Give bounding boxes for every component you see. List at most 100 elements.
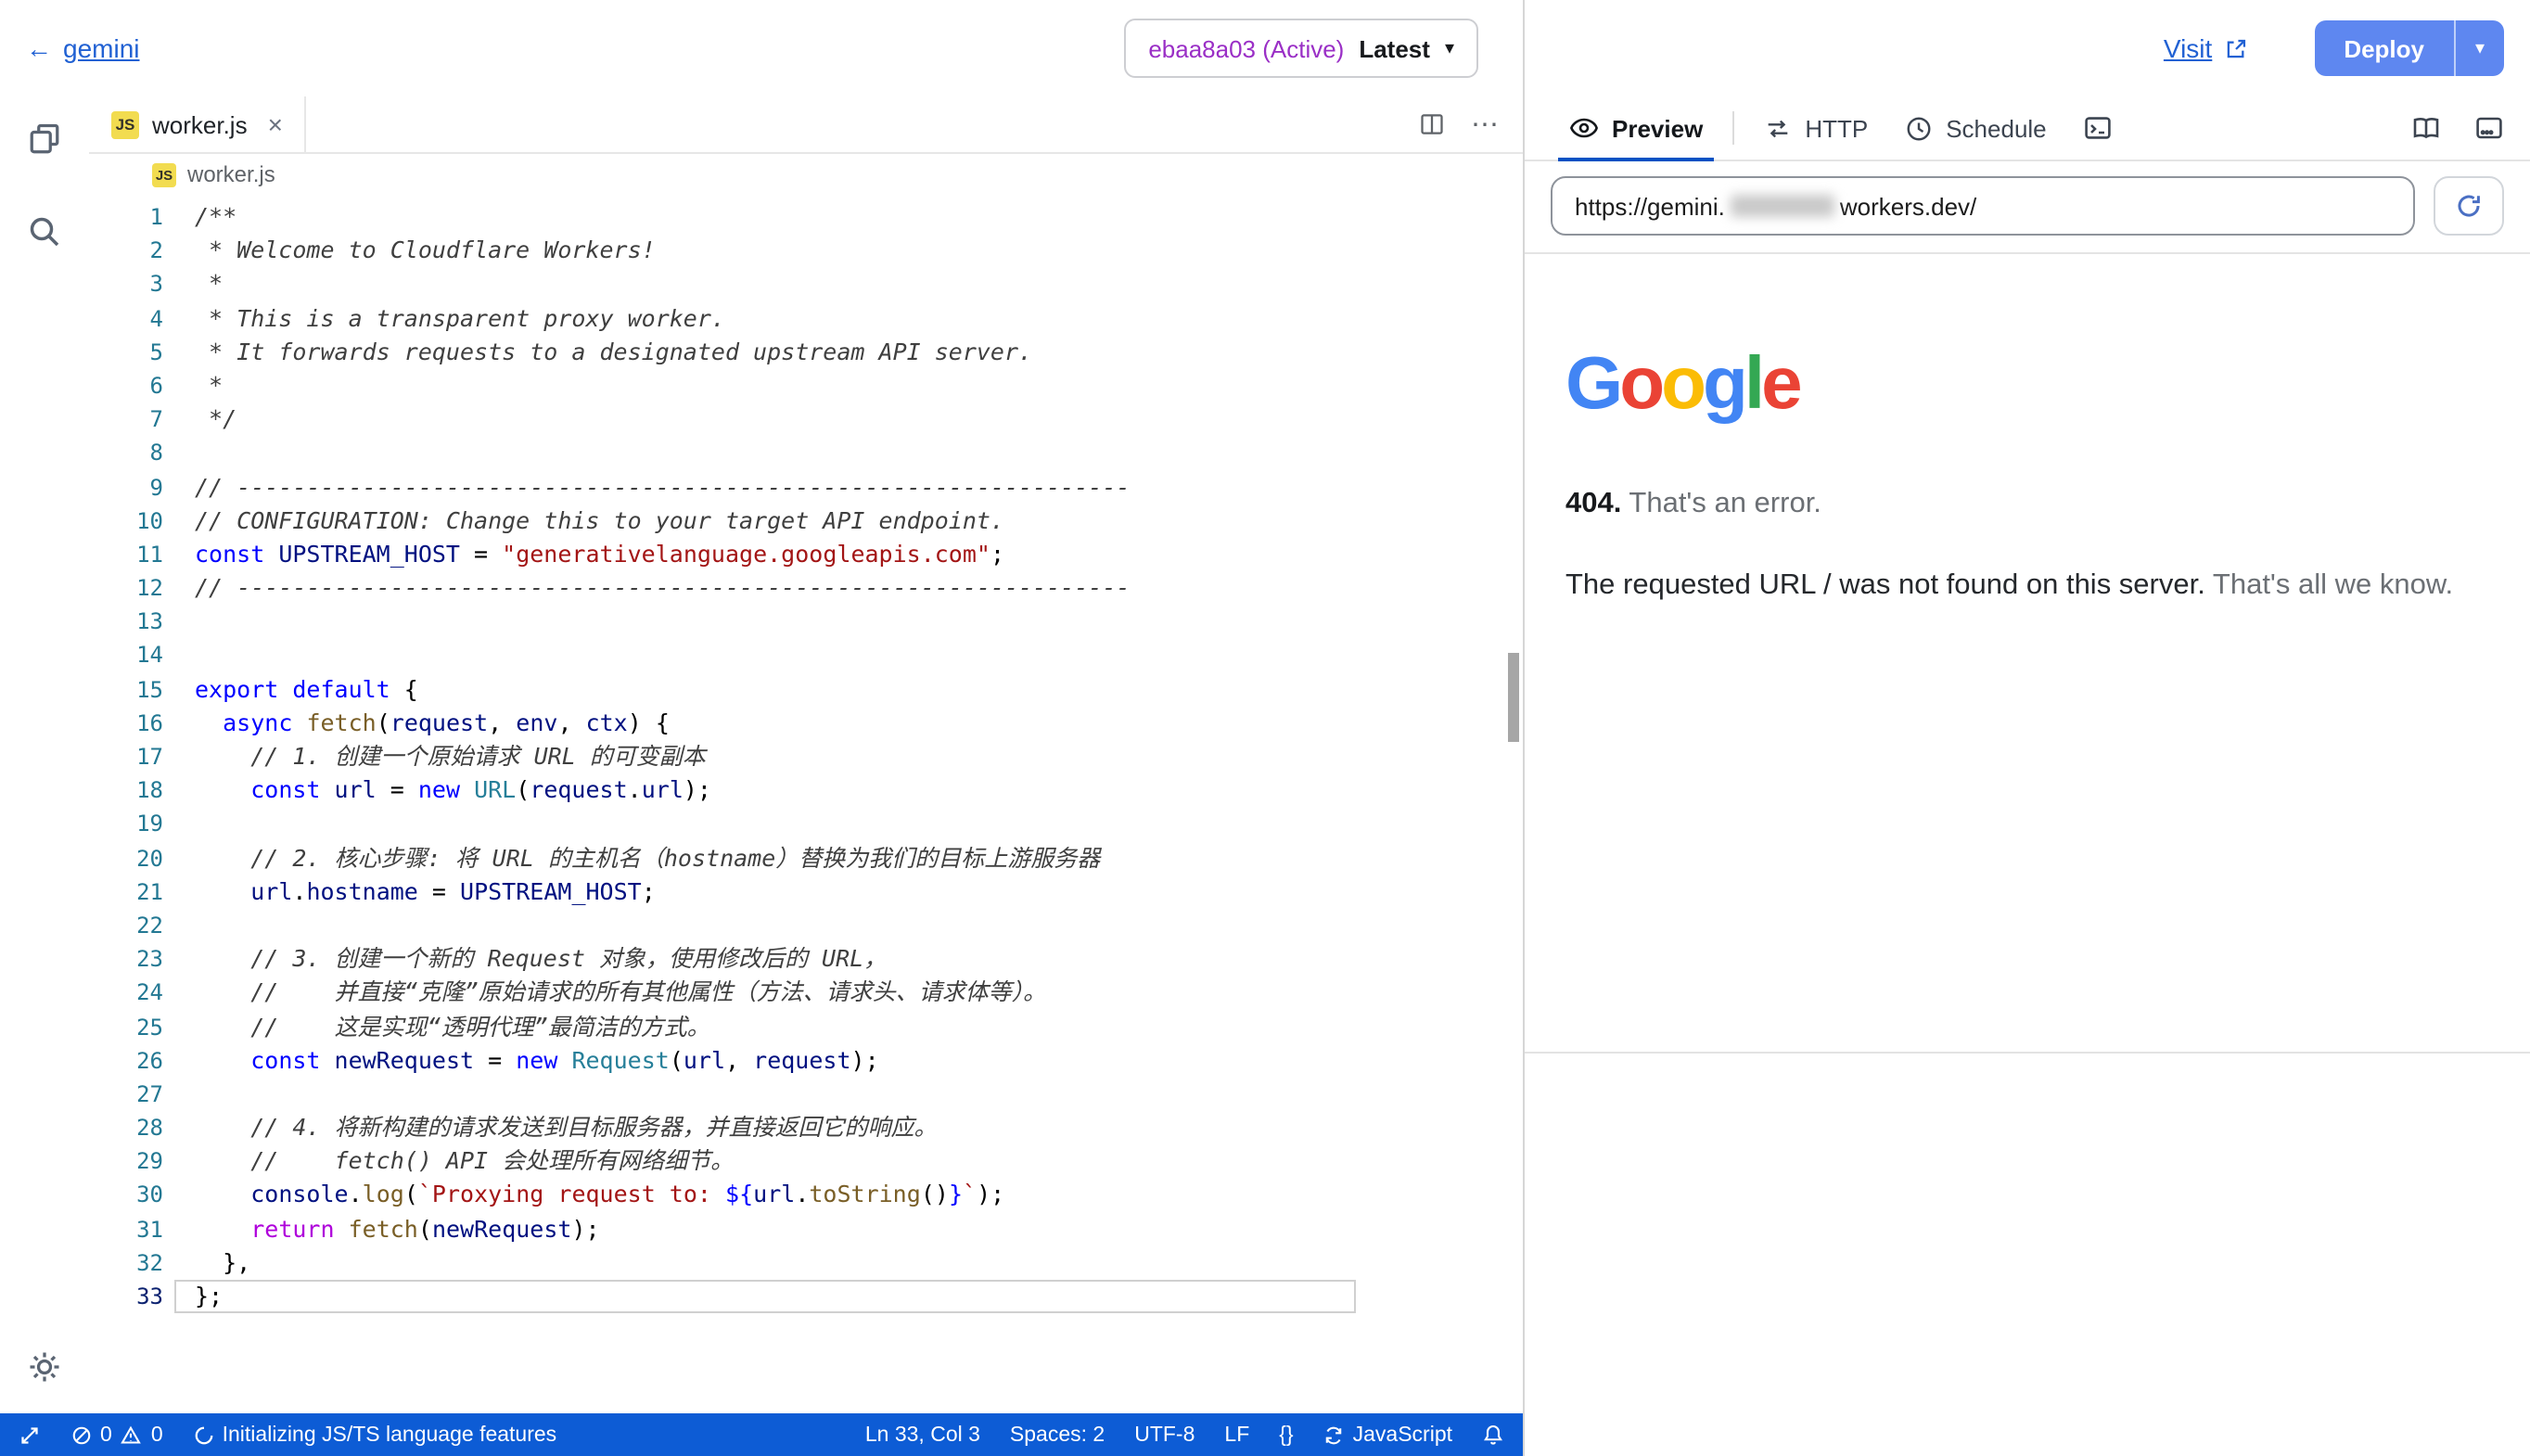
gear-icon[interactable] bbox=[24, 1347, 65, 1387]
cursor-position[interactable]: Ln 33, Col 3 bbox=[865, 1424, 980, 1446]
code-line[interactable]: 20 // 2. 核心步骤: 将 URL 的主机名（hostname）替换为我们… bbox=[89, 841, 1523, 875]
visit-link[interactable]: Visit bbox=[2164, 33, 2247, 63]
status-message: Initializing JS/TS language features bbox=[223, 1424, 557, 1446]
code-line[interactable]: 30 console.log(`Proxying request to: ${u… bbox=[89, 1179, 1523, 1212]
preview-url-input[interactable]: https://gemini. workers.dev/ bbox=[1551, 176, 2415, 236]
visit-label: Visit bbox=[2164, 33, 2212, 63]
code-line[interactable]: 5 * It forwards requests to a designated… bbox=[89, 336, 1523, 369]
code-line[interactable]: 26 const newRequest = new Request(url, r… bbox=[89, 1043, 1523, 1077]
code-text: export default { bbox=[195, 672, 418, 706]
deploy-button[interactable]: Deploy bbox=[2314, 20, 2454, 76]
line-number: 22 bbox=[89, 909, 163, 942]
line-number: 1 bbox=[89, 200, 163, 234]
bell-icon[interactable] bbox=[1482, 1423, 1504, 1447]
code-line[interactable]: 24 // 并直接“克隆”原始请求的所有其他属性（方法、请求头、请求体等）。 bbox=[89, 977, 1523, 1010]
code-line[interactable]: 3 * bbox=[89, 268, 1523, 301]
tab-schedule[interactable]: Schedule bbox=[1886, 96, 2064, 160]
url-prefix: https://gemini. bbox=[1575, 192, 1725, 220]
expand-icon[interactable] bbox=[19, 1424, 41, 1446]
search-icon[interactable] bbox=[24, 211, 65, 252]
code-line[interactable]: 9// ------------------------------------… bbox=[89, 470, 1523, 504]
docs-book-icon[interactable] bbox=[2411, 113, 2441, 143]
code-line[interactable]: 27 bbox=[89, 1078, 1523, 1111]
code-editor[interactable]: 1/**2 * Welcome to Cloudflare Workers!3 … bbox=[89, 195, 1523, 1413]
code-text: return fetch(newRequest); bbox=[195, 1212, 600, 1245]
eol-indicator[interactable]: LF bbox=[1224, 1424, 1249, 1446]
code-line[interactable]: 22 bbox=[89, 909, 1523, 942]
code-line[interactable]: 2 * Welcome to Cloudflare Workers! bbox=[89, 234, 1523, 267]
line-number: 11 bbox=[89, 538, 163, 571]
code-line[interactable]: 13 bbox=[89, 606, 1523, 639]
line-number: 26 bbox=[89, 1043, 163, 1077]
editor-tab-bar: JS worker.js × ⋯ bbox=[89, 96, 1523, 154]
code-text: console.log(`Proxying request to: ${url.… bbox=[195, 1179, 1004, 1212]
breadcrumb[interactable]: JS worker.js bbox=[89, 154, 1523, 195]
error-icon bbox=[70, 1424, 93, 1446]
encoding-indicator[interactable]: UTF-8 bbox=[1134, 1424, 1195, 1446]
language-mode[interactable]: JavaScript bbox=[1323, 1424, 1452, 1446]
left-header: ← gemini ebaa8a03 (Active) Latest ▾ bbox=[0, 0, 1523, 96]
logo-letter: G bbox=[1565, 343, 1619, 425]
code-line[interactable]: 11const UPSTREAM_HOST = "generativelangu… bbox=[89, 538, 1523, 571]
code-line[interactable]: 15 export default { bbox=[89, 672, 1523, 706]
tab-http[interactable]: HTTP bbox=[1745, 96, 1886, 160]
problems-indicator[interactable]: 0 0 bbox=[70, 1424, 163, 1446]
version-dropdown[interactable]: ebaa8a03 (Active) Latest ▾ bbox=[1124, 19, 1478, 78]
indentation-indicator[interactable]: Spaces: 2 bbox=[1010, 1424, 1105, 1446]
line-number: 12 bbox=[89, 571, 163, 605]
code-line[interactable]: 16 async fetch(request, env, ctx) { bbox=[89, 707, 1523, 740]
activity-bar bbox=[0, 96, 89, 1413]
line-number: 21 bbox=[89, 875, 163, 909]
devtools-icon[interactable] bbox=[2474, 113, 2504, 143]
braces-indicator[interactable]: {} bbox=[1279, 1424, 1293, 1446]
code-line[interactable]: 1/** bbox=[89, 200, 1523, 234]
line-number: 13 bbox=[89, 606, 163, 639]
line-number: 2 bbox=[89, 234, 163, 267]
clock-icon bbox=[1905, 114, 1933, 142]
split-editor-icon[interactable] bbox=[1419, 111, 1445, 137]
code-line[interactable]: 25 // 这是实现“透明代理”最简洁的方式。 bbox=[89, 1010, 1523, 1043]
code-line[interactable]: 33}; bbox=[89, 1280, 1523, 1313]
editor-scrollbar[interactable] bbox=[1508, 653, 1519, 742]
code-line[interactable]: 4 * This is a transparent proxy worker. bbox=[89, 301, 1523, 335]
code-line[interactable]: 18 const url = new URL(request.url); bbox=[89, 773, 1523, 807]
files-icon[interactable] bbox=[24, 119, 65, 160]
terminal-tab-button[interactable] bbox=[2065, 96, 2132, 160]
code-line[interactable]: 12// -----------------------------------… bbox=[89, 571, 1523, 605]
code-text: * bbox=[195, 369, 223, 402]
code-line[interactable]: 19 bbox=[89, 808, 1523, 841]
close-icon[interactable]: × bbox=[268, 109, 283, 139]
line-number: 7 bbox=[89, 402, 163, 436]
code-line[interactable]: 29 // fetch() API 会处理所有网络细节。 bbox=[89, 1145, 1523, 1179]
back-link[interactable]: ← gemini bbox=[26, 33, 140, 63]
code-line[interactable]: 28 // 4. 将新构建的请求发送到目标服务器，并直接返回它的响应。 bbox=[89, 1111, 1523, 1144]
logo-letter: o bbox=[1619, 343, 1661, 425]
deploy-caret-button[interactable]: ▾ bbox=[2456, 20, 2504, 76]
code-line[interactable]: 10// CONFIGURATION: Change this to your … bbox=[89, 504, 1523, 537]
tab-preview-label: Preview bbox=[1612, 114, 1703, 142]
code-text: const newRequest = new Request(url, requ… bbox=[195, 1043, 879, 1077]
tab-worker-js[interactable]: JS worker.js × bbox=[89, 96, 307, 152]
language-status[interactable]: Initializing JS/TS language features bbox=[193, 1424, 557, 1446]
refresh-button[interactable] bbox=[2434, 176, 2504, 236]
code-text: // 并直接“克隆”原始请求的所有其他属性（方法、请求头、请求体等）。 bbox=[195, 977, 1046, 1010]
chevron-down-icon: ▾ bbox=[1445, 38, 1454, 58]
line-number: 32 bbox=[89, 1246, 163, 1280]
code-line[interactable]: 7 */ bbox=[89, 402, 1523, 436]
code-line[interactable]: 31 return fetch(newRequest); bbox=[89, 1212, 1523, 1245]
preview-url-row: https://gemini. workers.dev/ bbox=[1525, 161, 2530, 254]
code-text: async fetch(request, env, ctx) { bbox=[195, 707, 670, 740]
line-number: 5 bbox=[89, 336, 163, 369]
code-line[interactable]: 17 // 1. 创建一个原始请求 URL 的可变副本 bbox=[89, 740, 1523, 773]
code-line[interactable]: 21 url.hostname = UPSTREAM_HOST; bbox=[89, 875, 1523, 909]
code-line[interactable]: 8 bbox=[89, 437, 1523, 470]
tab-preview[interactable]: Preview bbox=[1551, 96, 1721, 160]
code-line[interactable]: 32 }, bbox=[89, 1246, 1523, 1280]
code-line[interactable]: 6 * bbox=[89, 369, 1523, 402]
more-actions-icon[interactable]: ⋯ bbox=[1471, 108, 1501, 141]
code-line[interactable]: 23 // 3. 创建一个新的 Request 对象，使用修改后的 URL， bbox=[89, 942, 1523, 976]
code-line[interactable]: 14 bbox=[89, 639, 1523, 672]
line-number: 15 bbox=[89, 672, 163, 706]
code-text: * Welcome to Cloudflare Workers! bbox=[195, 234, 656, 267]
warning-icon bbox=[120, 1424, 144, 1446]
